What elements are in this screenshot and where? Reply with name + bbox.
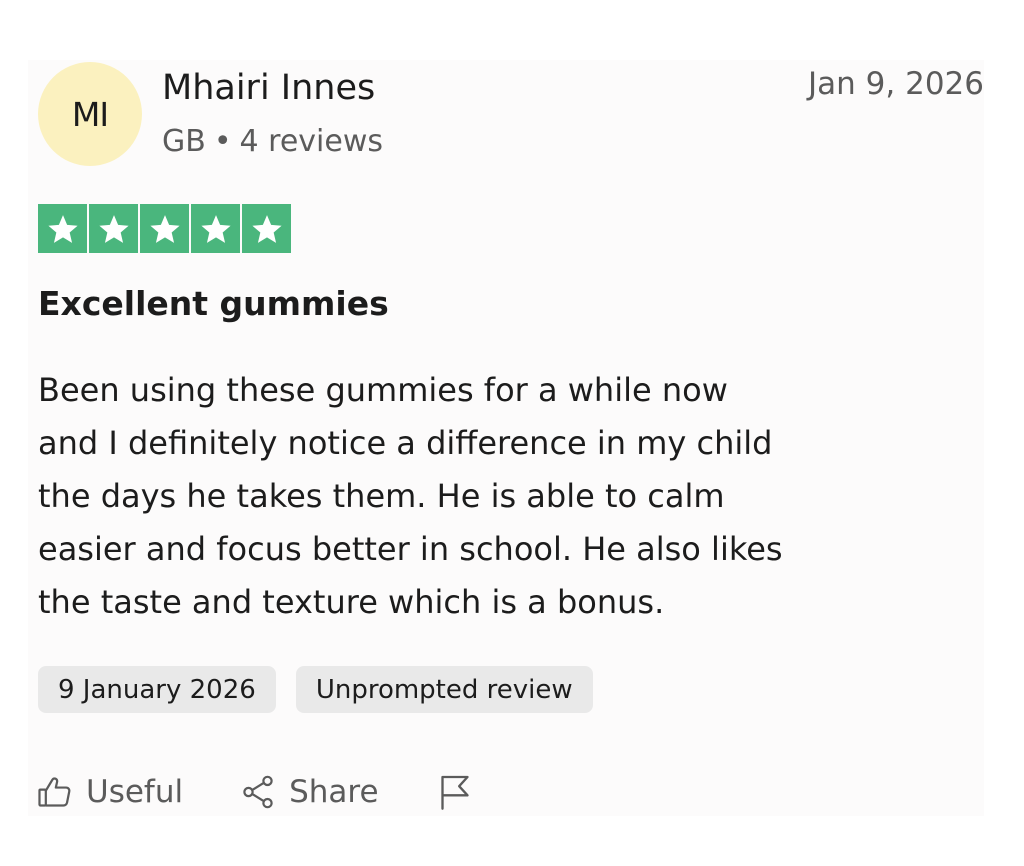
report-button[interactable] bbox=[435, 772, 475, 812]
reviewer-review-count: 4 reviews bbox=[239, 124, 383, 159]
share-icon bbox=[239, 773, 277, 811]
star-icon bbox=[89, 204, 138, 253]
star-icon bbox=[191, 204, 240, 253]
review-chips: 9 January 2026 Unprompted review bbox=[38, 666, 593, 713]
reviewer-country: GB bbox=[162, 124, 206, 159]
review-title: Excellent gummies bbox=[38, 284, 389, 323]
useful-label: Useful bbox=[86, 774, 184, 810]
review-date: Jan 9, 2026 bbox=[808, 66, 984, 102]
review-actions: Useful Share bbox=[36, 770, 475, 814]
review-body-line: and I definitely notice a difference in … bbox=[38, 424, 773, 462]
unprompted-review-chip[interactable]: Unprompted review bbox=[295, 666, 593, 713]
share-button[interactable]: Share bbox=[239, 770, 379, 814]
reviewer-name[interactable]: Mhairi Innes bbox=[162, 66, 375, 110]
reviewer-meta: GB • 4 reviews bbox=[162, 122, 383, 162]
experience-date-chip: 9 January 2026 bbox=[38, 666, 276, 713]
review-body-line: easier and focus better in school. He al… bbox=[38, 530, 783, 568]
star-rating bbox=[38, 204, 291, 253]
flag-icon bbox=[435, 772, 475, 812]
review-body-line: the days he takes them. He is able to ca… bbox=[38, 477, 725, 515]
meta-separator: • bbox=[213, 124, 232, 159]
avatar-initials: MI bbox=[71, 94, 109, 134]
review-body-line: Been using these gummies for a while now bbox=[38, 371, 728, 409]
star-icon bbox=[242, 204, 291, 253]
avatar: MI bbox=[38, 62, 142, 166]
review-body: Been using these gummies for a while now… bbox=[38, 364, 888, 629]
star-icon bbox=[38, 204, 87, 253]
useful-button[interactable]: Useful bbox=[36, 770, 183, 814]
thumbs-up-icon bbox=[36, 773, 74, 811]
share-label: Share bbox=[289, 774, 379, 810]
star-icon bbox=[140, 204, 189, 253]
review-body-line: the taste and texture which is a bonus. bbox=[38, 583, 665, 621]
